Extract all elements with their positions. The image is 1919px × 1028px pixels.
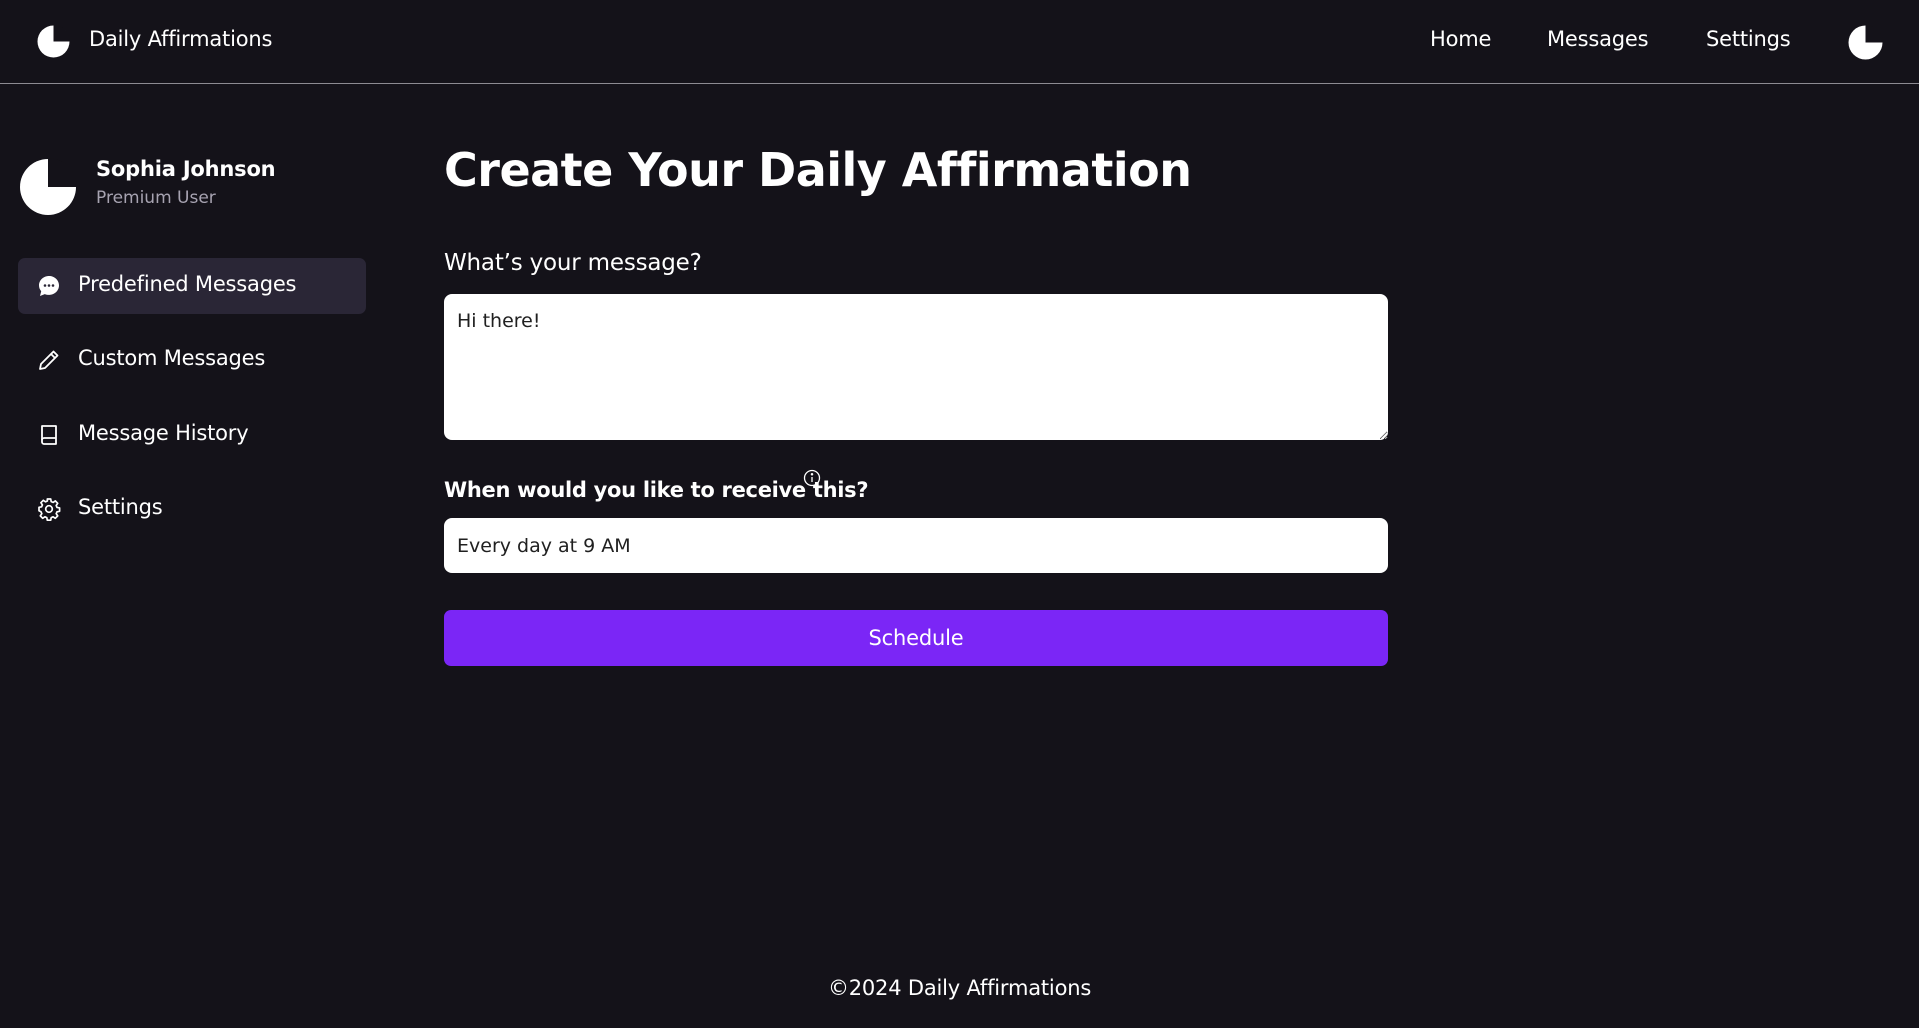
profile-avatar[interactable]	[19, 158, 77, 216]
message-label: What’s your message?	[444, 250, 702, 276]
page-title: Create Your Daily Affirmation	[444, 143, 1192, 197]
info-icon[interactable]	[803, 469, 821, 487]
sidebar-item-label: Settings	[78, 495, 163, 519]
sidebar-item-predefined-messages[interactable]: Predefined Messages	[18, 258, 366, 314]
sidebar-item-settings[interactable]: Settings	[18, 481, 366, 537]
user-avatar-icon[interactable]	[1848, 25, 1883, 60]
gear-icon	[38, 498, 61, 521]
schedule-input[interactable]	[444, 518, 1388, 573]
sidebar-item-label: Message History	[78, 421, 249, 445]
app-title[interactable]: Daily Affirmations	[89, 27, 272, 51]
sidebar-item-label: Predefined Messages	[78, 272, 297, 296]
profile-name: Sophia Johnson	[96, 157, 276, 181]
message-textarea[interactable]: Hi there!	[444, 294, 1388, 440]
nav-settings-link[interactable]: Settings	[1706, 27, 1791, 51]
schedule-button[interactable]: Schedule	[444, 610, 1388, 666]
footer: ©2024 Daily Affirmations	[827, 976, 1092, 1000]
logo-icon[interactable]	[37, 25, 70, 58]
sidebar-item-label: Custom Messages	[78, 346, 266, 370]
chat-bubble-icon	[39, 276, 59, 296]
sidebar-item-message-history[interactable]: Message History	[18, 407, 366, 463]
pencil-icon	[39, 350, 59, 370]
sidebar-item-custom-messages[interactable]: Custom Messages	[18, 332, 366, 388]
book-icon	[41, 425, 57, 445]
top-navbar: Daily Affirmations Home Messages Setting…	[0, 0, 1919, 84]
profile-role: Premium User	[96, 188, 216, 208]
nav-home-link[interactable]: Home	[1430, 27, 1491, 51]
nav-messages-link[interactable]: Messages	[1547, 27, 1649, 51]
